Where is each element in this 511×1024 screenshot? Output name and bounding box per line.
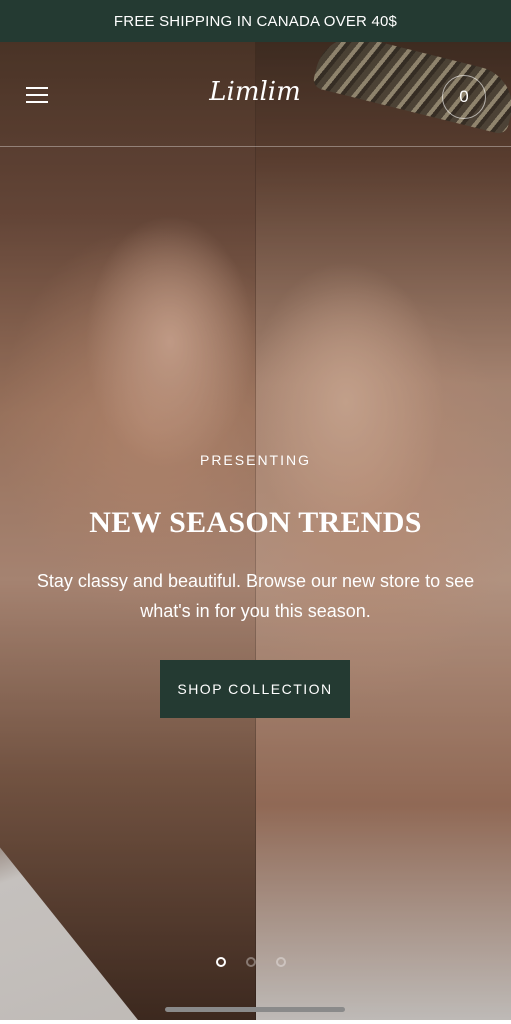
logo-text: Limlim <box>209 77 301 107</box>
hero-eyebrow: PRESENTING <box>199 452 311 468</box>
hamburger-menu-icon[interactable] <box>26 87 48 103</box>
slide-dot-1[interactable] <box>216 957 226 967</box>
slide-dot-3[interactable] <box>276 957 286 967</box>
shop-collection-button[interactable]: SHOP COLLECTION <box>160 660 350 718</box>
site-header: Limlim 0 <box>0 42 511 147</box>
hero-headline: NEW SEASON TRENDS <box>89 506 422 539</box>
cart-button[interactable]: 0 <box>442 75 486 119</box>
announcement-bar: FREE SHIPPING IN CANADA OVER 40$ <box>0 0 511 42</box>
slide-pagination <box>216 955 286 969</box>
hero-description: Stay classy and beautiful. Browse our ne… <box>36 571 475 621</box>
cart-count: 0 <box>459 87 469 106</box>
slide-dot-2[interactable] <box>246 957 256 967</box>
brand-logo[interactable]: Limlim <box>190 72 320 112</box>
hero-content: PRESENTING NEW SEASON TRENDS Stay classy… <box>30 452 481 626</box>
announcement-text: FREE SHIPPING IN CANADA OVER 40$ <box>113 12 398 30</box>
home-indicator <box>165 1007 345 1012</box>
